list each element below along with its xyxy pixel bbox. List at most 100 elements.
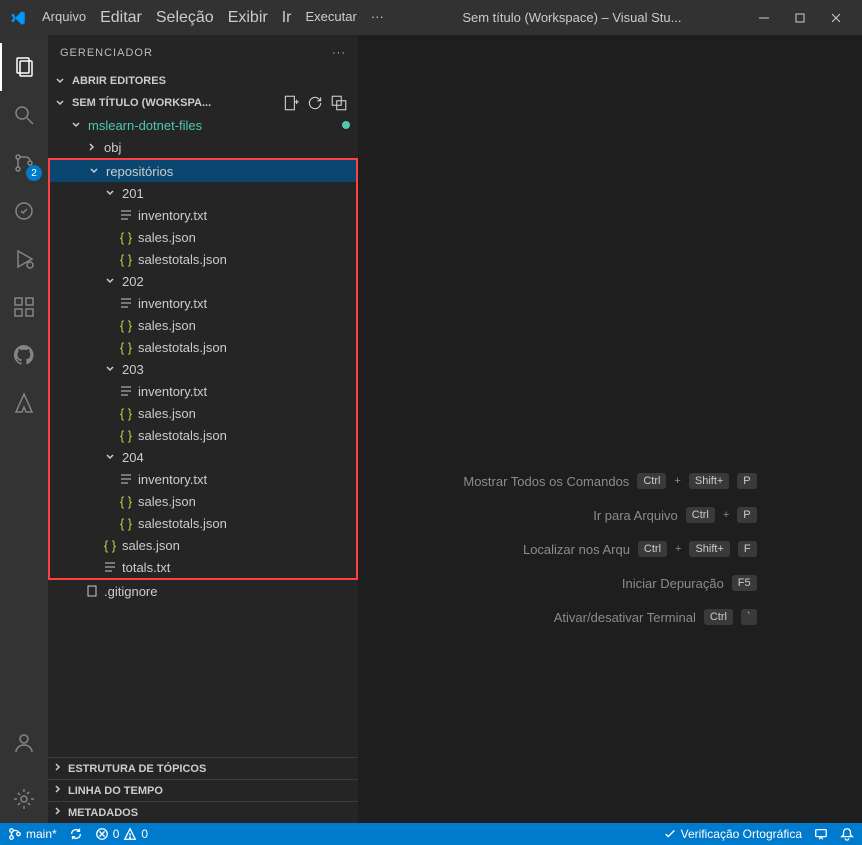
modified-indicator-icon [342,121,350,129]
tree-file-salestotals[interactable]: { } salestotals.json [50,248,356,270]
tree-file-totals[interactable]: totals.txt [50,556,356,578]
menu-view[interactable]: Exibir [222,5,274,31]
chevron-right-icon [84,141,100,153]
tree-folder-root[interactable]: mslearn-dotnet-files [48,114,358,136]
tree-file-sales[interactable]: { } sales.json [50,314,356,336]
tree-file-inventory[interactable]: inventory.txt [50,204,356,226]
new-file-icon[interactable] [282,94,300,112]
json-file-icon: { } [118,340,134,355]
run-debug-icon[interactable] [0,235,48,283]
tree-file-sales[interactable]: { } sales.json [50,226,356,248]
json-file-icon: { } [118,494,134,509]
menu-go[interactable]: Ir [276,5,298,31]
status-feedback-icon[interactable] [814,827,828,841]
status-notifications-icon[interactable] [840,827,854,841]
text-file-icon [102,560,118,574]
azure-icon[interactable] [0,379,48,427]
account-icon[interactable] [0,719,48,767]
shortcut-show-commands: Mostrar Todos os Comandos Ctrl + Shift+ … [463,473,756,489]
tree-file-salestotals[interactable]: { } salestotals.json [50,336,356,358]
explorer-sidebar: GERENCIADOR ··· ABRIR EDITORES SEM TÍTUL… [48,35,358,823]
json-file-icon: { } [118,230,134,245]
shortcut-goto-file: Ir para Arquivo Ctrl + P [463,507,756,523]
tree-folder-204[interactable]: 204 [50,446,356,468]
text-file-icon [118,384,134,398]
explorer-icon[interactable] [0,43,48,91]
json-file-icon: { } [118,318,134,333]
title-bar: Arquivo Editar Seleção Exibir Ir Executa… [0,0,862,35]
test-icon[interactable] [0,187,48,235]
tree-folder-202[interactable]: 202 [50,270,356,292]
minimize-button[interactable] [754,8,774,28]
tree-folder-203[interactable]: 203 [50,358,356,380]
chevron-down-icon [86,165,102,177]
window-controls [754,8,854,28]
outline-section[interactable]: ESTRUTURA DE TÓPICOS [48,757,358,779]
tree-file-salestotals[interactable]: { } salestotals.json [50,512,356,534]
file-icon [84,584,100,598]
tree-file-sales[interactable]: { } sales.json [50,490,356,512]
menu-run[interactable]: Executar [300,5,363,31]
menu-bar: Arquivo Editar Seleção Exibir Ir Executa… [36,5,390,31]
refresh-icon[interactable] [306,94,324,112]
chevron-down-icon [102,275,118,287]
collapse-all-icon[interactable] [330,94,348,112]
close-button[interactable] [826,8,846,28]
json-file-icon: { } [118,406,134,421]
menu-file[interactable]: Arquivo [36,5,92,31]
scm-badge: 2 [26,165,42,181]
chevron-right-icon [52,805,64,820]
json-file-icon: { } [118,516,134,531]
shortcut-toggle-terminal: Ativar/desativar Terminal Ctrl ` [463,609,756,625]
chevron-right-icon [52,783,64,798]
json-file-icon: { } [118,428,134,443]
status-bar: main* 0 0 Verificação Ortográfica [0,823,862,845]
chevron-down-icon [68,119,84,131]
status-sync[interactable] [69,827,83,841]
status-spellcheck[interactable]: Verificação Ortográfica [663,827,802,841]
tree-file-inventory[interactable]: inventory.txt [50,292,356,314]
tree-file-inventory[interactable]: inventory.txt [50,468,356,490]
shortcuts-list: Mostrar Todos os Comandos Ctrl + Shift+ … [463,473,756,625]
github-icon[interactable] [0,331,48,379]
shortcut-find-files: Localizar nos Arqu Ctrl + Shift+ F [463,541,756,557]
tree-folder-obj[interactable]: obj [48,136,358,158]
sidebar-title: GERENCIADOR [60,47,153,59]
window-title: Sem título (Workspace) – Visual Stu... [390,10,754,25]
chevron-right-icon [52,761,64,776]
menu-selection[interactable]: Seleção [150,5,220,31]
tree-file-salestotals[interactable]: { } salestotals.json [50,424,356,446]
status-branch[interactable]: main* [8,827,57,841]
tree-file-sales[interactable]: { } sales.json [50,402,356,424]
chevron-down-icon [52,97,68,109]
tree-file-inventory[interactable]: inventory.txt [50,380,356,402]
open-editors-section[interactable]: ABRIR EDITORES [48,70,358,92]
text-file-icon [118,472,134,486]
file-tree: mslearn-dotnet-files obj repositórios 20… [48,114,358,757]
source-control-icon[interactable]: 2 [0,139,48,187]
workspace-section[interactable]: SEM TÍTULO (WORKSPA... [48,92,358,114]
menu-edit[interactable]: Editar [94,5,148,31]
json-file-icon: { } [118,252,134,267]
sidebar-more-icon[interactable]: ··· [332,47,346,59]
maximize-button[interactable] [790,8,810,28]
timeline-section[interactable]: LINHA DO TEMPO [48,779,358,801]
highlighted-region: repositórios 201 inventory.txt { } sales… [48,158,358,580]
text-file-icon [118,208,134,222]
shortcut-start-debug: Iniciar Depuração F5 [463,575,756,591]
extensions-icon[interactable] [0,283,48,331]
vscode-watermark-icon [500,215,720,438]
editor-area: Mostrar Todos os Comandos Ctrl + Shift+ … [358,35,862,823]
search-icon[interactable] [0,91,48,139]
status-problems[interactable]: 0 0 [95,827,148,841]
chevron-down-icon [102,363,118,375]
tree-folder-201[interactable]: 201 [50,182,356,204]
tree-folder-repos[interactable]: repositórios [50,160,356,182]
sidebar-header: GERENCIADOR ··· [48,35,358,70]
metadata-section[interactable]: METADADOS [48,801,358,823]
settings-gear-icon[interactable] [0,775,48,823]
tree-file-sales-root[interactable]: { } sales.json [50,534,356,556]
text-file-icon [118,296,134,310]
tree-file-gitignore[interactable]: .gitignore [48,580,358,602]
menu-more-icon[interactable]: ··· [365,5,390,31]
